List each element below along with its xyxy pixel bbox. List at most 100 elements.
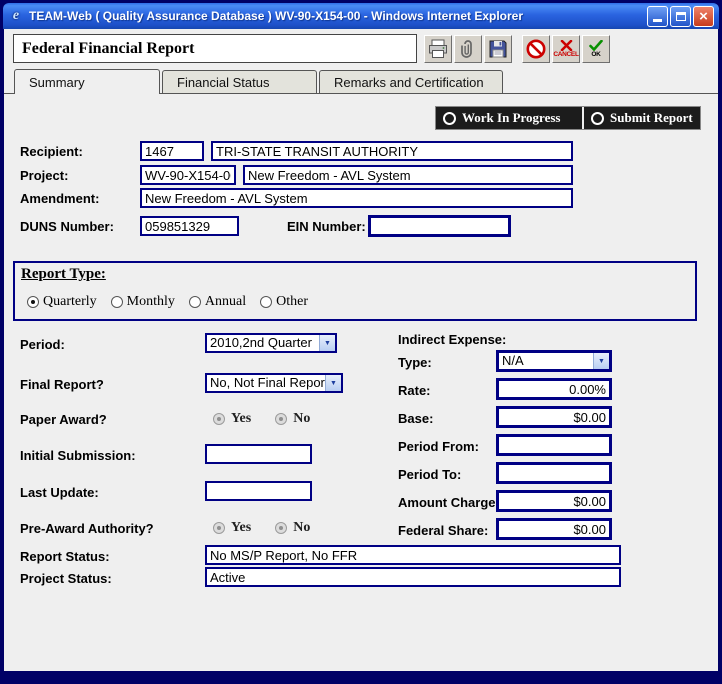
amendment-input[interactable]: [140, 188, 573, 208]
internet-explorer-icon: e: [8, 8, 24, 24]
maximize-button[interactable]: [670, 6, 691, 27]
no-entry-icon: [525, 38, 547, 60]
duns-number-input[interactable]: [140, 216, 239, 236]
annual-radio[interactable]: [189, 296, 201, 308]
window-title: TEAM-Web ( Quality Assurance Database ) …: [29, 9, 642, 23]
period-value: 2010,2nd Quarter: [207, 335, 319, 351]
ok-check-icon: [589, 40, 603, 51]
base-input[interactable]: [496, 406, 612, 428]
report-type-group: Report Type: Quarterly Monthly Annual Ot…: [13, 261, 697, 321]
report-type-quarterly-option[interactable]: Quarterly: [27, 294, 97, 310]
federal-share-input[interactable]: [496, 518, 612, 540]
duns-number-label: DUNS Number:: [20, 217, 114, 237]
report-type-label: Report Type:: [21, 266, 106, 283]
paper-award-label: Paper Award?: [20, 410, 107, 430]
indirect-expense-header: Indirect Expense:: [398, 330, 506, 350]
work-in-progress-radio[interactable]: [443, 112, 456, 125]
window-controls: ×: [647, 6, 714, 27]
title-bar[interactable]: e TEAM-Web ( Quality Assurance Database …: [3, 3, 719, 29]
pre-award-yes-label: Yes: [231, 520, 251, 536]
recipient-id-input[interactable]: [140, 141, 204, 161]
attachment-button[interactable]: [454, 35, 482, 63]
project-name-input[interactable]: [243, 165, 573, 185]
last-update-input[interactable]: [205, 481, 312, 501]
final-report-dropdown-arrow-icon[interactable]: ▼: [325, 375, 341, 391]
project-status-label: Project Status:: [20, 569, 112, 589]
submit-report-label: Submit Report: [610, 110, 693, 126]
base-label: Base:: [398, 409, 433, 429]
rate-input[interactable]: [496, 378, 612, 400]
close-button[interactable]: ×: [693, 6, 714, 27]
report-type-options: Quarterly Monthly Annual Other: [27, 294, 308, 310]
ein-number-input[interactable]: [368, 215, 511, 237]
report-state-toggle: Work In Progress Submit Report: [435, 106, 701, 130]
submit-report-option[interactable]: Submit Report: [584, 107, 700, 129]
delete-button[interactable]: [522, 35, 550, 63]
monthly-radio[interactable]: [111, 296, 123, 308]
browser-window: e TEAM-Web ( Quality Assurance Database …: [0, 0, 722, 684]
report-status-label: Report Status:: [20, 547, 110, 567]
save-icon: [488, 39, 508, 59]
tab-financial-status[interactable]: Financial Status: [162, 70, 317, 93]
ein-number-label: EIN Number:: [287, 217, 366, 237]
pre-award-no-label: No: [293, 520, 310, 536]
indirect-type-label: Type:: [398, 353, 432, 373]
period-to-label: Period To:: [398, 465, 461, 485]
work-in-progress-label: Work In Progress: [462, 110, 560, 126]
pre-award-no-radio: [275, 522, 287, 534]
ok-button-label: OK: [591, 52, 600, 58]
minimize-button[interactable]: [647, 6, 668, 27]
final-report-label: Final Report?: [20, 375, 104, 395]
other-label: Other: [276, 294, 308, 310]
initial-submission-input[interactable]: [205, 444, 312, 464]
project-label: Project:: [20, 166, 68, 186]
paper-award-yes-radio: [213, 413, 225, 425]
period-to-input[interactable]: [496, 462, 612, 484]
last-update-label: Last Update:: [20, 483, 99, 503]
cancel-button[interactable]: CANCEL: [552, 35, 580, 63]
indirect-type-dropdown[interactable]: N/A ▼: [496, 350, 612, 372]
paper-award-no-radio: [275, 413, 287, 425]
period-dropdown[interactable]: 2010,2nd Quarter ▼: [205, 333, 337, 353]
recipient-label: Recipient:: [20, 142, 83, 162]
final-report-dropdown[interactable]: No, Not Final Report ▼: [205, 373, 343, 393]
paper-award-options: Yes No: [213, 411, 310, 427]
ok-button[interactable]: OK: [582, 35, 610, 63]
report-status-input[interactable]: [205, 545, 621, 565]
toolbar: CANCEL OK: [424, 34, 610, 63]
paperclip-icon: [458, 39, 478, 59]
page-title: Federal Financial Report: [13, 34, 417, 63]
cancel-x-icon: [560, 40, 573, 51]
other-radio[interactable]: [260, 296, 272, 308]
print-button[interactable]: [424, 35, 452, 63]
printer-icon: [427, 39, 449, 59]
monthly-label: Monthly: [127, 294, 175, 310]
period-dropdown-arrow-icon[interactable]: ▼: [319, 335, 335, 351]
tab-summary-label: Summary: [29, 75, 85, 90]
final-report-value: No, Not Final Report: [207, 375, 325, 391]
indirect-type-dropdown-arrow-icon[interactable]: ▼: [593, 353, 609, 369]
submit-report-radio[interactable]: [591, 112, 604, 125]
amount-charged-input[interactable]: [496, 490, 612, 512]
paper-award-yes-label: Yes: [231, 411, 251, 427]
project-id-input[interactable]: [140, 165, 236, 185]
annual-label: Annual: [205, 294, 246, 310]
period-from-input[interactable]: [496, 434, 612, 456]
tab-summary[interactable]: Summary: [14, 69, 160, 94]
initial-submission-label: Initial Submission:: [20, 446, 136, 466]
pre-award-authority-label: Pre-Award Authority?: [20, 519, 154, 539]
report-type-monthly-option[interactable]: Monthly: [111, 294, 175, 310]
tab-remarks-certification[interactable]: Remarks and Certification: [319, 70, 503, 93]
save-button[interactable]: [484, 35, 512, 63]
quarterly-radio[interactable]: [27, 296, 39, 308]
period-from-label: Period From:: [398, 437, 479, 457]
pre-award-yes-radio: [213, 522, 225, 534]
report-type-annual-option[interactable]: Annual: [189, 294, 246, 310]
work-in-progress-option[interactable]: Work In Progress: [436, 107, 582, 129]
project-status-input[interactable]: [205, 567, 621, 587]
recipient-name-input[interactable]: [211, 141, 573, 161]
report-type-other-option[interactable]: Other: [260, 294, 308, 310]
amount-charged-label: Amount Charged:: [398, 493, 508, 513]
tab-financial-status-label: Financial Status: [177, 75, 270, 90]
federal-share-label: Federal Share:: [398, 521, 488, 541]
